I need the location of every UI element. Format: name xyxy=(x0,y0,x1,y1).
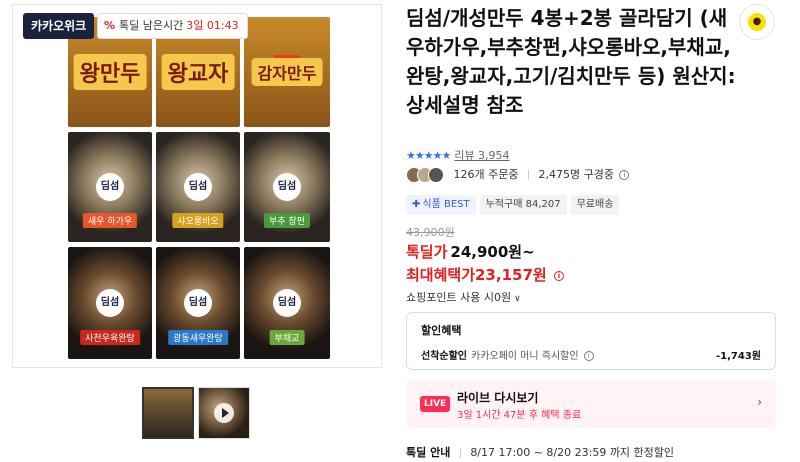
package-dimsum-1: 딤섬 새우 하가우 xyxy=(68,132,152,242)
package-dimsum-3: 딤섬 부추 창펀 xyxy=(244,132,330,242)
chevron-right-icon: › xyxy=(757,395,762,409)
dimsum-logo: 딤섬 xyxy=(184,173,212,201)
benefit-title: 할인혜택 xyxy=(421,324,462,337)
package-flavor: 사천우육완탕 xyxy=(80,330,140,345)
package-dimsum-6: 딤섬 부채교 xyxy=(244,247,330,359)
package-flavor: 부추 창펀 xyxy=(264,213,310,228)
deal-timer-badge: % 톡딜 남은시간 3일 01:43 xyxy=(97,13,248,39)
thumbnail-image[interactable] xyxy=(142,387,194,439)
tag-free-shipping: 무료배송 xyxy=(570,195,620,215)
benefit-row-amount: -1,743원 xyxy=(716,351,761,362)
divider xyxy=(527,170,529,180)
live-badge: LIVE xyxy=(420,396,451,412)
avatar xyxy=(428,167,444,183)
package-name: 왕만두 xyxy=(73,54,147,90)
deal-notice: 톡딜 안내 8/17 17:00 ~ 8/20 23:59 까지 한정할인 xyxy=(406,444,674,460)
info-icon[interactable]: i xyxy=(583,351,594,361)
discount-benefit-box: 할인혜택 선착순할인 카카오페이 머니 즉시할인 i -1,743원 xyxy=(406,312,776,370)
max-benefit-text: 최대혜택가23,157원 xyxy=(406,266,547,284)
play-icon xyxy=(214,403,234,423)
viewers-count: 2,475명 구경중 xyxy=(538,168,614,181)
deal-notice-text: 8/17 17:00 ~ 8/20 23:59 까지 한정할인 xyxy=(470,446,675,459)
package-gamja-mandu: 개성 감자만두 xyxy=(244,17,330,127)
tag-total-purchases: 누적구매 84,207 xyxy=(479,195,567,215)
shopping-points-toggle[interactable]: 쇼핑포인트 사용 시0원 ∨ xyxy=(406,289,521,305)
kakao-talk-icon: ● xyxy=(748,13,766,31)
package-flavor: 새우 하가우 xyxy=(82,213,138,228)
tag-label: 식품 BEST xyxy=(422,199,470,210)
chevron-down-icon: ∨ xyxy=(514,294,521,304)
original-price: 43,900원 xyxy=(406,226,455,239)
dimsum-logo: 딤섬 xyxy=(273,173,301,201)
package-dimsum-2: 딤섬 샤오롱바오 xyxy=(156,132,240,242)
product-tags: ✚ 식품 BEST 누적구매 84,207 무료배송 xyxy=(406,192,623,215)
benefit-row-desc: 카카오페이 머니 즉시할인 xyxy=(471,351,579,362)
dimsum-logo: 딤섬 xyxy=(273,289,301,317)
orders-count: 126개 주문중 xyxy=(453,168,519,181)
live-replay-banner[interactable]: LIVE 라이브 다시보기 3일 1시간 47분 후 혜택 종료 › xyxy=(406,380,776,428)
live-subtitle: 3일 1시간 47분 후 혜택 종료 xyxy=(457,410,582,421)
thumbnail-video[interactable] xyxy=(198,387,250,439)
deal-notice-label: 톡딜 안내 xyxy=(406,446,451,459)
review-count-link[interactable]: 리뷰 3,954 xyxy=(454,149,509,162)
divider xyxy=(459,448,461,458)
max-benefit-price: 최대혜택가23,157원 i xyxy=(406,264,564,285)
package-flavor: 샤오롱바오 xyxy=(172,213,224,228)
kakao-share-button[interactable]: ● xyxy=(739,4,775,40)
deal-price: 톡딜가 24,900원~ xyxy=(406,241,535,262)
product-title: 딤섬/개성만두 4봉+2봉 골라담기 (새우하가우,부추창펀,샤오롱바오,부채교… xyxy=(406,6,736,117)
tag-food-best[interactable]: ✚ 식품 BEST xyxy=(406,195,476,215)
buyer-avatars xyxy=(406,167,446,183)
package-dimsum-4: 딤섬 사천우육완탕 xyxy=(68,247,152,359)
deal-timer-label: 톡딜 남은시간 xyxy=(119,19,184,32)
benefit-row-label: 선착순할인 xyxy=(421,351,467,362)
live-title: 라이브 다시보기 xyxy=(457,391,539,405)
deal-price-label: 톡딜가 xyxy=(406,243,448,261)
dimsum-logo: 딤섬 xyxy=(184,289,212,317)
package-collage: 개성 왕만두 개성 왕교자 개성 감자만두 딤섬 새우 하가우 딤섬 샤오롱바오… xyxy=(68,17,330,359)
info-icon[interactable]: i xyxy=(619,170,630,180)
package-flavor: 광동새우완탕 xyxy=(168,330,228,345)
package-name: 왕교자 xyxy=(161,54,235,90)
package-name: 감자만두 xyxy=(251,58,323,86)
points-label: 쇼핑포인트 사용 시0원 xyxy=(406,291,512,304)
order-stats-row: 126개 주문중 2,475명 구경중 i xyxy=(406,166,630,184)
rating-row: ★★★★★ 리뷰 3,954 xyxy=(406,147,510,163)
deal-timer-value: 3일 01:43 xyxy=(186,19,239,32)
best-badge-icon: ✚ xyxy=(412,199,421,210)
deal-price-value: 24,900원~ xyxy=(450,243,535,261)
package-flavor: 부채교 xyxy=(269,330,305,345)
dimsum-logo: 딤섬 xyxy=(96,173,124,201)
dimsum-logo: 딤섬 xyxy=(96,289,124,317)
percent-icon: % xyxy=(104,19,116,32)
kakao-week-badge: 카카오위크 xyxy=(23,13,95,39)
star-rating-icon: ★★★★★ xyxy=(406,149,451,162)
package-dimsum-5: 딤섬 광동새우완탕 xyxy=(156,247,240,359)
info-icon[interactable]: i xyxy=(553,270,564,281)
benefit-row: 선착순할인 카카오페이 머니 즉시할인 i -1,743원 xyxy=(421,347,761,362)
main-product-image[interactable]: 카카오위크 %톡딜 남은시간3일 01:43 개성 왕만두 개성 왕교자 개성 … xyxy=(12,4,382,368)
